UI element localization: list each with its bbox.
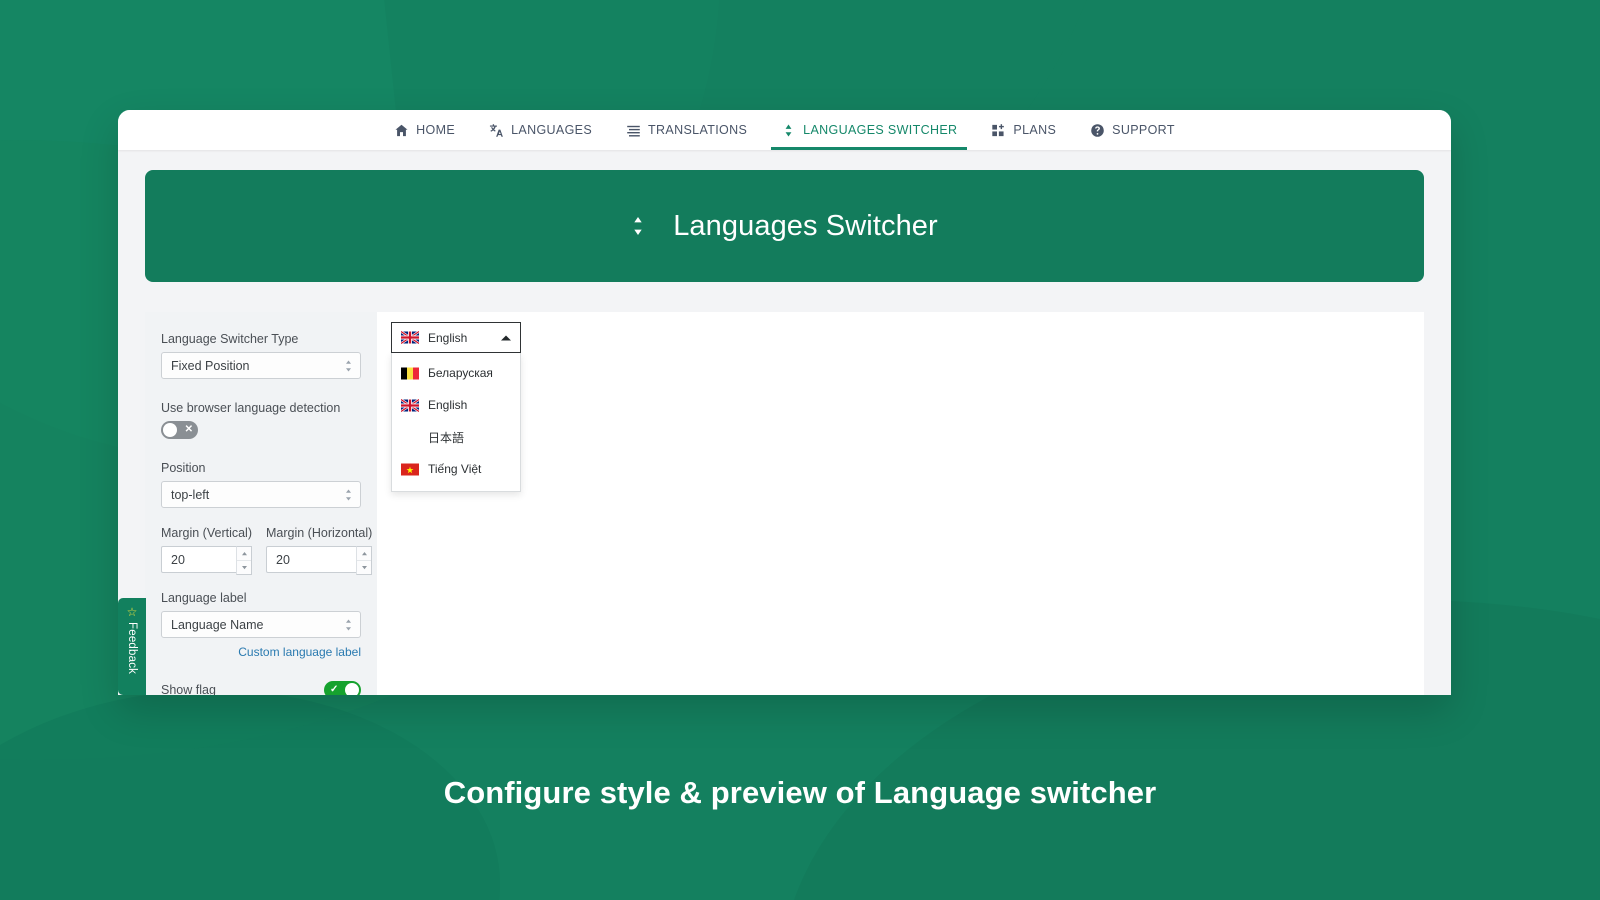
promo-banner: HOME LANGUAGES TRANSLATIONS LANGUAGES SW… (0, 0, 1600, 900)
toggle-knob (163, 423, 177, 437)
nav-label: SUPPORT (1112, 123, 1175, 137)
stepper-up[interactable] (237, 547, 251, 561)
nav-item-languages-switcher[interactable]: LANGUAGES SWITCHER (771, 110, 968, 150)
custom-language-label-link[interactable]: Custom language label (161, 645, 361, 659)
list-lines-icon (626, 123, 641, 138)
language-option-name: Беларуская (428, 366, 493, 380)
language-switcher-preview: English Беларуская English 日本語 Tiếng Việ… (391, 322, 521, 492)
settings-panel: Language Switcher Type Fixed Position Us… (145, 312, 377, 695)
language-option-english[interactable]: English (392, 389, 520, 421)
language-label-value: Language Name (171, 617, 264, 632)
language-option-name: English (428, 398, 468, 412)
nav-label: TRANSLATIONS (648, 123, 748, 137)
star-icon: ☆ (126, 605, 138, 619)
question-circle-icon (1090, 123, 1105, 138)
show-flag-row: Show flag ✓ (161, 681, 361, 695)
select-arrows-icon (345, 488, 352, 501)
select-arrows-icon (345, 359, 352, 372)
chevron-up-icon (501, 335, 511, 340)
margin-vertical-value: 20 (171, 552, 185, 567)
home-icon (394, 123, 409, 138)
stepper-down[interactable] (357, 561, 371, 574)
nav-label: LANGUAGES (511, 123, 593, 137)
sort-updown-icon (631, 216, 645, 236)
no-flag-placeholder (401, 431, 419, 444)
translate-icon (489, 123, 504, 138)
gb-flag-icon (401, 331, 419, 344)
stepper-up[interactable] (357, 547, 372, 561)
gb-flag-icon (401, 398, 419, 412)
app-window: HOME LANGUAGES TRANSLATIONS LANGUAGES SW… (118, 110, 1451, 695)
be-flag-icon (401, 367, 419, 380)
position-label: Position (161, 461, 206, 475)
margin-horizontal-group: Margin (Horizontal) 20 (266, 526, 373, 575)
select-arrows-icon (345, 618, 352, 631)
nav-item-translations[interactable]: TRANSLATIONS (624, 110, 749, 150)
show-flag-label: Show flag (161, 683, 216, 695)
toggle-knob (345, 683, 359, 695)
language-switcher-trigger[interactable]: English (391, 322, 521, 353)
margin-vertical-label: Margin (Vertical) (161, 526, 252, 540)
margin-horizontal-stepper[interactable] (356, 546, 373, 575)
switcher-type-select[interactable]: Fixed Position (161, 352, 361, 379)
sort-updown-icon (781, 123, 796, 138)
feedback-label: Feedback (126, 622, 138, 675)
main-navigation: HOME LANGUAGES TRANSLATIONS LANGUAGES SW… (118, 110, 1451, 150)
vn-flag-icon (401, 463, 419, 476)
browser-detection-label: Use browser language detection (161, 401, 341, 415)
feedback-tab[interactable]: ☆ Feedback (118, 598, 146, 695)
selected-language-name: English (428, 330, 468, 345)
language-option-name: 日本語 (428, 430, 465, 445)
language-label-label: Language label (161, 591, 247, 605)
language-option-belarusian[interactable]: Беларуская (392, 357, 520, 389)
nav-label: HOME (416, 123, 456, 137)
stepper-down[interactable] (237, 561, 251, 574)
nav-item-support[interactable]: SUPPORT (1088, 110, 1177, 150)
margin-inputs-row: Margin (Vertical) 20 Margin (Horizontal)… (161, 526, 373, 575)
nav-label: LANGUAGES SWITCHER (803, 123, 958, 137)
nav-item-languages[interactable]: LANGUAGES (487, 110, 594, 150)
language-option-japanese[interactable]: 日本語 (392, 421, 520, 453)
toggle-mark: ✕ (184, 424, 193, 435)
language-option-name: Tiếng Việt (428, 462, 482, 476)
browser-detection-toggle[interactable]: ✕ (161, 421, 198, 439)
switcher-type-value: Fixed Position (171, 358, 250, 373)
margin-vertical-stepper[interactable] (236, 546, 252, 575)
margin-vertical-input[interactable]: 20 (161, 546, 252, 575)
grid-plus-icon (991, 123, 1006, 138)
margin-vertical-group: Margin (Vertical) 20 (161, 526, 252, 575)
language-options-list: Беларуская English 日本語 Tiếng Việt (391, 353, 521, 492)
nav-label: PLANS (1013, 123, 1057, 137)
promo-caption: Configure style & preview of Language sw… (443, 775, 1157, 810)
language-option-vietnamese[interactable]: Tiếng Việt (392, 453, 520, 485)
page-header: Languages Switcher (145, 170, 1424, 282)
toggle-mark: ✓ (330, 684, 339, 695)
nav-item-home[interactable]: HOME (392, 110, 457, 150)
margin-horizontal-input[interactable]: 20 (266, 546, 373, 575)
margin-horizontal-label: Margin (Horizontal) (266, 526, 373, 540)
content-area: Language Switcher Type Fixed Position Us… (145, 312, 1424, 695)
show-flag-toggle[interactable]: ✓ (324, 681, 361, 695)
preview-panel: English Беларуская English 日本語 Tiếng Việ… (377, 312, 1424, 695)
nav-item-plans[interactable]: PLANS (989, 110, 1058, 150)
position-select[interactable]: top-left (161, 481, 361, 508)
page-title: Languages Switcher (673, 209, 938, 242)
position-value: top-left (171, 487, 210, 502)
margin-horizontal-value: 20 (276, 552, 290, 567)
switcher-type-label: Language Switcher Type (161, 332, 299, 346)
language-label-select[interactable]: Language Name (161, 611, 361, 638)
